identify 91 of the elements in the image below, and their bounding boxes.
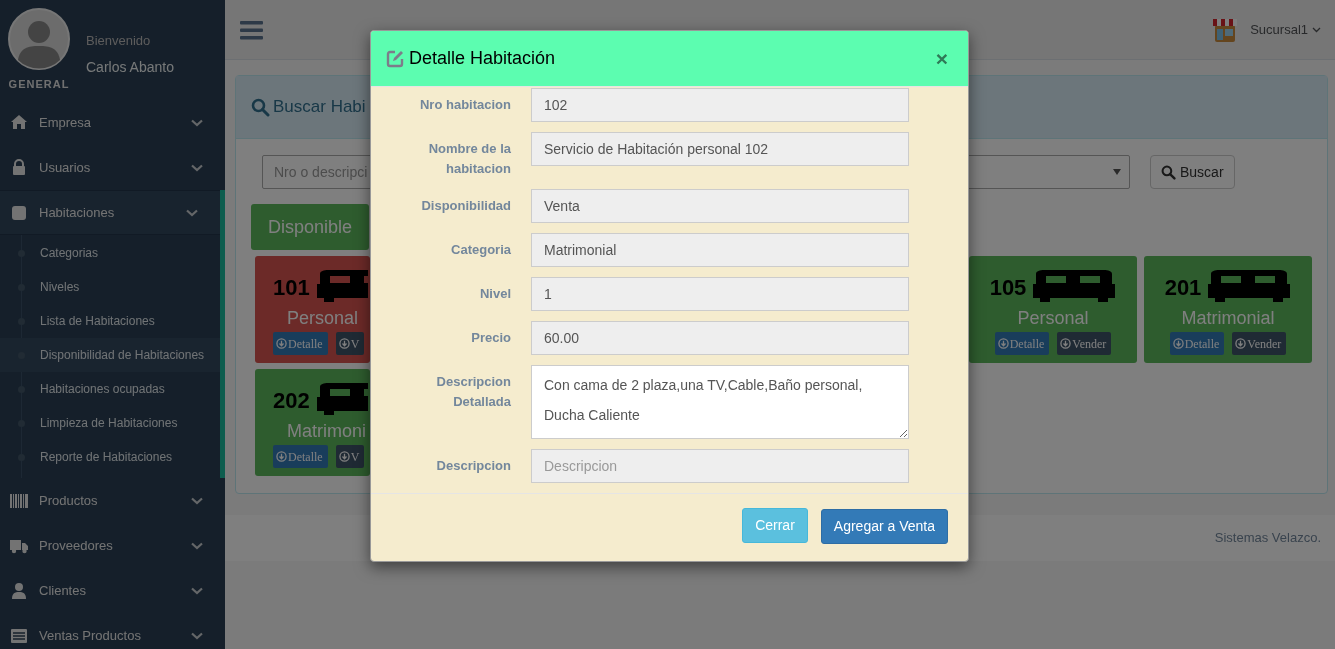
square-icon [10,203,28,222]
search-icon [1161,164,1176,180]
search-button[interactable]: Buscar [1150,155,1235,189]
text-area[interactable]: Con cama de 2 plaza,una TV,Cable,Baño personal, Ducha Caliente [531,365,909,439]
user-name: Carlos Abanto [86,57,174,77]
detail-button[interactable]: Detalle [1169,332,1225,355]
field-label: Descripcion [435,457,511,475]
sell-button[interactable]: Vender [1232,332,1287,355]
field-label: Categoria [450,241,511,259]
field-label: Nro habitacion [419,96,511,114]
edit-icon [386,49,404,68]
chevron-icon [191,586,203,595]
chevron-icon [1312,26,1321,33]
room-number: 202 [273,386,310,415]
input-field[interactable]: 1 [531,277,909,311]
download-icon [1060,338,1072,349]
menu-button[interactable] [240,19,263,40]
user-icon [10,581,28,600]
download-icon [1235,338,1247,349]
menu-icon [240,19,263,40]
chevron-icon [191,631,203,640]
input-field[interactable]: 102 [531,88,909,122]
sidebar-item[interactable]: Productos [0,478,225,523]
caret-icon [1113,169,1121,175]
submenu-item[interactable]: Lista de Habitaciones [0,304,220,338]
sell-button[interactable]: V [335,332,365,355]
field-label: Disponibilidad [420,197,511,215]
chevron-icon [186,208,198,217]
sidebar-item[interactable]: Proveedores [0,523,225,568]
panel-title: Buscar Habi [273,96,366,119]
close-button[interactable]: × [935,48,948,69]
download-icon [276,451,287,462]
download-icon [1172,338,1184,349]
submenu-item[interactable]: Reporte de Habitaciones [0,440,220,474]
close-button[interactable]: Cerrar [742,508,808,543]
store-icon [1212,16,1239,43]
sidebar-item[interactable]: Clientes [0,568,225,613]
chevron-icon [191,541,203,550]
sell-button[interactable]: Vender [1057,332,1112,355]
bed-icon [315,383,368,417]
search-icon [251,97,270,117]
download-icon [276,338,287,349]
download-icon [338,451,350,462]
detail-button[interactable]: Detalle [273,332,328,355]
input-field[interactable]: Descripcion [531,449,909,483]
room-category: Personal [287,307,359,330]
chevron-icon [191,163,203,172]
download-icon [997,338,1009,349]
dialog-title: Detalle Habitación [409,47,557,70]
bed-icon [1032,270,1117,304]
field-label: Nivel [478,285,511,303]
input-field[interactable]: 60.00 [531,321,909,355]
home-icon [10,113,28,132]
input-field[interactable]: Servicio de Habitación personal 102 [531,132,909,166]
field-label: Precio [470,329,511,347]
add-button[interactable]: Agregar a Venta [820,509,948,544]
input-field[interactable]: Matrimonial [531,233,909,267]
input-field[interactable]: Venta [531,189,909,223]
list-icon [10,626,28,645]
detail-button[interactable]: Detalle [994,332,1050,355]
room-number: 101 [273,273,310,302]
chevron-icon [191,496,203,505]
sell-button[interactable]: V [335,445,365,468]
field-label: Descripcion Detallada [435,373,511,411]
room-number: 201 [1164,273,1202,302]
filter-button[interactable]: Disponible [251,204,369,250]
room-category: Matrimoni [287,420,366,443]
field-label: Nombre de la habitacion [427,140,511,178]
greeting-text: Bienvenido [86,32,152,50]
role-label: GENERAL [8,77,70,92]
detail-button[interactable]: Detalle [273,445,328,468]
sidebar-item[interactable]: Empresa [0,100,225,145]
sidebar-item[interactable]: Habitaciones [0,190,220,235]
branch-menu[interactable]: Sucursal1 [1250,19,1321,40]
submenu-item[interactable]: Habitaciones ocupadas [0,372,220,406]
submenu-item[interactable]: Categorias [0,236,220,270]
submenu-item[interactable]: Limpieza de Habitaciones [0,406,220,440]
sidebar-item[interactable]: Usuarios [0,145,225,190]
submenu-item[interactable]: Niveles [0,270,220,304]
bed-icon [1207,270,1292,304]
avatar-icon [8,8,70,72]
bed-icon [315,270,368,304]
lock-icon [10,158,28,177]
room-category: Matrimonial [1181,307,1275,330]
room-number: 105 [989,273,1027,302]
room-category: Personal [1017,307,1089,330]
submenu-item[interactable]: Disponibilidad de Habitaciones [0,338,220,372]
download-icon [338,338,350,349]
chevron-icon [191,118,203,127]
sidebar-item[interactable]: Ventas Productos [0,613,225,649]
barcode-icon [10,491,28,510]
